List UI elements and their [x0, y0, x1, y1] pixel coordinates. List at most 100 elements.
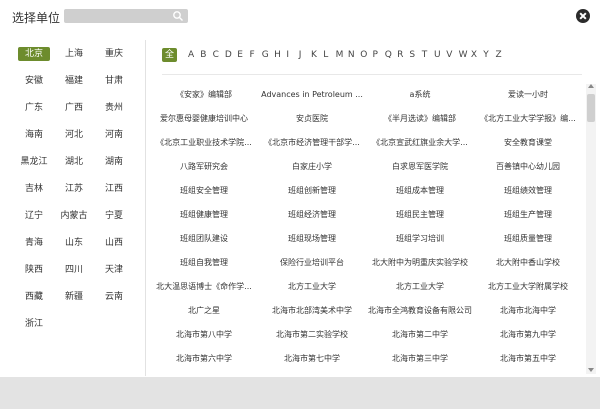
- unit-item[interactable]: 北海市全鸿教育设备有限公司: [368, 304, 472, 318]
- letter-filter-item[interactable]: X: [471, 48, 477, 62]
- unit-item[interactable]: 《安家》编辑部: [152, 88, 256, 102]
- letter-filter-item[interactable]: H: [274, 48, 281, 62]
- unit-item[interactable]: 北方工业大学: [368, 280, 472, 294]
- letter-filter-item[interactable]: J: [299, 48, 302, 62]
- province-item[interactable]: 湖北: [58, 155, 90, 169]
- letter-filter-item[interactable]: C: [213, 48, 219, 62]
- province-item[interactable]: 福建: [58, 74, 90, 88]
- unit-item[interactable]: 北海市第二实验学校: [260, 328, 364, 342]
- letter-filter-item[interactable]: E: [237, 48, 243, 62]
- province-item[interactable]: 贵州: [98, 101, 130, 115]
- close-icon[interactable]: [576, 9, 590, 23]
- unit-item[interactable]: 北海市第八中学: [152, 328, 256, 342]
- province-item[interactable]: 河南: [98, 128, 130, 142]
- province-item[interactable]: 天津: [98, 263, 130, 277]
- letter-filter-item[interactable]: P: [373, 48, 378, 62]
- province-item[interactable]: 甘肃: [98, 74, 130, 88]
- unit-item[interactable]: 安贞医院: [260, 112, 364, 126]
- province-item[interactable]: 吉林: [18, 182, 50, 196]
- province-item[interactable]: 湖南: [98, 155, 130, 169]
- letter-filter-item[interactable]: G: [262, 48, 269, 62]
- letter-filter-item[interactable]: L: [323, 48, 328, 62]
- unit-item[interactable]: 白求恩军医学院: [368, 160, 472, 174]
- province-item[interactable]: 黑龙江: [18, 155, 50, 169]
- province-item[interactable]: 江西: [98, 182, 130, 196]
- province-item[interactable]: 江苏: [58, 182, 90, 196]
- unit-item[interactable]: 北海市第七中学: [260, 352, 364, 366]
- unit-item[interactable]: 班组创新管理: [260, 184, 364, 198]
- letter-filter-item[interactable]: U: [434, 48, 441, 62]
- letter-filter-item[interactable]: F: [250, 48, 255, 62]
- province-item[interactable]: 宁夏: [98, 209, 130, 223]
- letter-filter-item[interactable]: I: [286, 48, 289, 62]
- letter-filter-item[interactable]: S: [409, 48, 415, 62]
- search-icon[interactable]: [172, 10, 184, 22]
- letter-filter-item[interactable]: N: [348, 48, 355, 62]
- province-item[interactable]: 安徽: [18, 74, 50, 88]
- scroll-up-icon[interactable]: [588, 84, 594, 88]
- letter-filter-item[interactable]: 全部: [162, 48, 178, 74]
- unit-item[interactable]: 班组生产管理: [476, 208, 580, 222]
- unit-item[interactable]: 班组自我管理: [152, 256, 256, 270]
- province-item[interactable]: 重庆: [98, 47, 130, 61]
- province-item[interactable]: 广东: [18, 101, 50, 115]
- unit-item[interactable]: 爱读一小时: [476, 88, 580, 102]
- letter-filter-item[interactable]: A: [188, 48, 194, 62]
- unit-item[interactable]: 北大温思语博士《命作学...: [152, 280, 256, 294]
- province-item[interactable]: 四川: [58, 263, 90, 277]
- province-item[interactable]: 内蒙古: [58, 209, 90, 223]
- scroll-down-icon[interactable]: [588, 368, 594, 372]
- province-item[interactable]: 青海: [18, 236, 50, 250]
- unit-item[interactable]: 北广之星: [152, 304, 256, 318]
- unit-item[interactable]: 班组团队建设: [152, 232, 256, 246]
- unit-item[interactable]: 班组健康管理: [152, 208, 256, 222]
- letter-filter-item[interactable]: V: [446, 48, 452, 62]
- unit-item[interactable]: 班组学习培训: [368, 232, 472, 246]
- province-item[interactable]: 海南: [18, 128, 50, 142]
- province-item[interactable]: 云南: [98, 290, 130, 304]
- letter-filter-item[interactable]: M: [336, 48, 344, 62]
- letter-filter-item[interactable]: Q: [385, 48, 392, 62]
- unit-item[interactable]: 班组民主管理: [368, 208, 472, 222]
- letter-filter-item[interactable]: Z: [496, 48, 502, 62]
- vertical-scrollbar[interactable]: [586, 84, 596, 374]
- province-item[interactable]: 陕西: [18, 263, 50, 277]
- letter-filter-item[interactable]: K: [311, 48, 317, 62]
- unit-item[interactable]: 北海市北部湾美术中学: [260, 304, 364, 318]
- unit-item[interactable]: 班组现场管理: [260, 232, 364, 246]
- unit-item[interactable]: 北海市第三中学: [368, 352, 472, 366]
- unit-item[interactable]: 班组质量管理: [476, 232, 580, 246]
- province-item[interactable]: 浙江: [18, 317, 50, 331]
- unit-item[interactable]: 北海市第二中学: [368, 328, 472, 342]
- letter-filter-item[interactable]: O: [360, 48, 367, 62]
- letter-filter-item[interactable]: D: [225, 48, 232, 62]
- unit-item[interactable]: 班组安全管理: [152, 184, 256, 198]
- unit-item[interactable]: 白家庄小学: [260, 160, 364, 174]
- unit-item[interactable]: a系统: [368, 88, 472, 102]
- province-item[interactable]: 北京: [18, 47, 50, 61]
- province-item[interactable]: 广西: [58, 101, 90, 115]
- province-item[interactable]: 山东: [58, 236, 90, 250]
- unit-item[interactable]: 《北京工业职业技术学院...: [152, 136, 256, 150]
- letter-filter-item[interactable]: Y: [483, 48, 489, 62]
- province-item[interactable]: 河北: [58, 128, 90, 142]
- province-item[interactable]: 新疆: [58, 290, 90, 304]
- unit-item[interactable]: 北大附中为明重庆实验学校: [368, 256, 472, 270]
- unit-item[interactable]: 《北京市经济管理干部学...: [260, 136, 364, 150]
- scroll-thumb[interactable]: [587, 94, 595, 122]
- unit-item[interactable]: 北海市第九中学: [476, 328, 580, 342]
- unit-item[interactable]: 北海市第五中学: [476, 352, 580, 366]
- unit-item[interactable]: 安全教育课堂: [476, 136, 580, 150]
- unit-item[interactable]: 百善镇中心幼儿园: [476, 160, 580, 174]
- unit-item[interactable]: 《半月选读》编辑部: [368, 112, 472, 126]
- province-item[interactable]: 辽宁: [18, 209, 50, 223]
- unit-item[interactable]: 爱尔惠母婴健康培训中心: [152, 112, 256, 126]
- province-item[interactable]: 山西: [98, 236, 130, 250]
- unit-item[interactable]: 保险行业培训平台: [260, 256, 364, 270]
- letter-filter-item[interactable]: T: [422, 48, 428, 62]
- unit-item[interactable]: 《北方工业大学学报》编...: [476, 112, 580, 126]
- province-item[interactable]: 西藏: [18, 290, 50, 304]
- province-item[interactable]: 上海: [58, 47, 90, 61]
- unit-item[interactable]: 八路军研究会: [152, 160, 256, 174]
- unit-item[interactable]: 《北京宣武红旗业余大学...: [368, 136, 472, 150]
